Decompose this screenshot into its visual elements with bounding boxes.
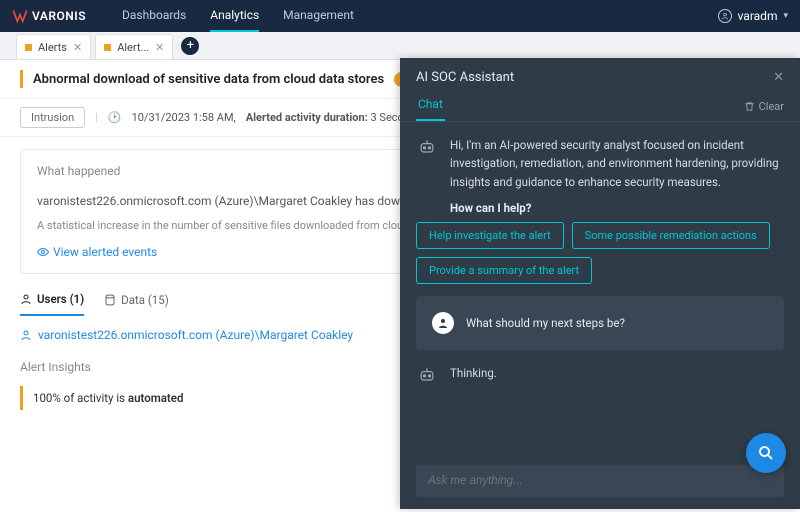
close-icon[interactable]: ✕ [155,41,164,54]
bot-avatar-icon [416,364,438,386]
tab-label: Alerts [38,41,67,54]
user-icon [718,9,732,23]
close-icon[interactable]: ✕ [73,41,82,54]
ai-panel-tabs: Chat Clear [400,91,800,122]
nav-dashboards[interactable]: Dashboards [122,0,186,32]
nav-analytics[interactable]: Analytics [210,0,259,32]
user-icon [20,329,32,341]
alert-title: Abnormal download of sensitive data from… [33,72,384,87]
logo-icon [12,8,28,24]
chat-input-wrap [400,457,800,509]
thinking-text: Thinking. [450,364,784,386]
assistant-message: Thinking. [416,364,784,386]
trash-icon [744,101,755,112]
subtab-label: Users (1) [37,292,84,306]
brand-logo[interactable]: VARONIS [12,8,86,24]
suggestion-investigate[interactable]: Help investigate the alert [416,222,564,249]
clock-icon: 🕑 [108,111,122,124]
chevron-down-icon: ▾ [783,11,788,21]
tab-chat[interactable]: Chat [416,91,445,121]
tabs-bar: Alerts ✕ Alert... ✕ + [0,32,800,60]
tab-label: Alert... [117,41,149,54]
tab-alerts[interactable]: Alerts ✕ [16,34,91,59]
user-message: What should my next steps be? [416,296,784,350]
bot-avatar-icon [416,136,438,158]
eye-icon [37,246,49,258]
subtab-users[interactable]: Users (1) [20,292,84,316]
search-icon [757,444,775,462]
chat-scroll[interactable]: Hi, I'm an AI-powered security analyst f… [400,122,800,222]
subtab-data[interactable]: Data (15) [104,292,169,316]
user-message-text: What should my next steps be? [466,316,625,330]
chat-input[interactable] [416,465,784,497]
tab-indicator-icon [25,44,32,51]
suggestion-remediate[interactable]: Some possible remediation actions [572,222,770,249]
user-icon [20,293,32,305]
suggestion-summary[interactable]: Provide a summary of the alert [416,257,592,284]
nav-items: Dashboards Analytics Management [122,0,354,32]
user-entity-label: varonistest226.onmicrosoft.com (Azure)\M… [38,328,353,342]
ai-panel-title: AI SOC Assistant [416,70,514,85]
insight-item: 100% of activity is automated [20,386,400,410]
tab-indicator-icon [104,44,111,51]
ai-soc-panel: AI SOC Assistant ✕ Chat Clear Hi, I'm an… [400,58,800,509]
subtab-label: Data (15) [121,293,169,307]
tab-alert-detail[interactable]: Alert... ✕ [95,34,173,59]
close-icon[interactable]: ✕ [773,70,784,85]
category-badge[interactable]: Intrusion [20,107,85,128]
brand-name: VARONIS [32,9,86,23]
database-icon [104,294,116,306]
ai-panel-header: AI SOC Assistant ✕ [400,58,800,91]
clear-chat-button[interactable]: Clear [744,100,784,113]
search-fab[interactable] [746,433,786,473]
view-link-label: View alerted events [53,245,157,259]
user-avatar-icon [432,312,454,334]
assistant-prompt: How can I help? [450,199,784,217]
nav-user[interactable]: varadm ▾ [718,9,788,23]
suggestion-row: Help investigate the alert Some possible… [400,222,800,290]
add-tab-button[interactable]: + [181,37,199,55]
assistant-greeting: Hi, I'm an AI-powered security analyst f… [450,138,779,189]
assistant-message: Hi, I'm an AI-powered security analyst f… [416,136,784,218]
nav-management[interactable]: Management [283,0,354,32]
timestamp: 10/31/2023 1:58 AM, [132,111,236,124]
severity-accent [20,70,23,88]
top-nav: VARONIS Dashboards Analytics Management … [0,0,800,32]
username: varadm [738,9,778,23]
duration-label: Alerted activity duration: [246,111,368,124]
